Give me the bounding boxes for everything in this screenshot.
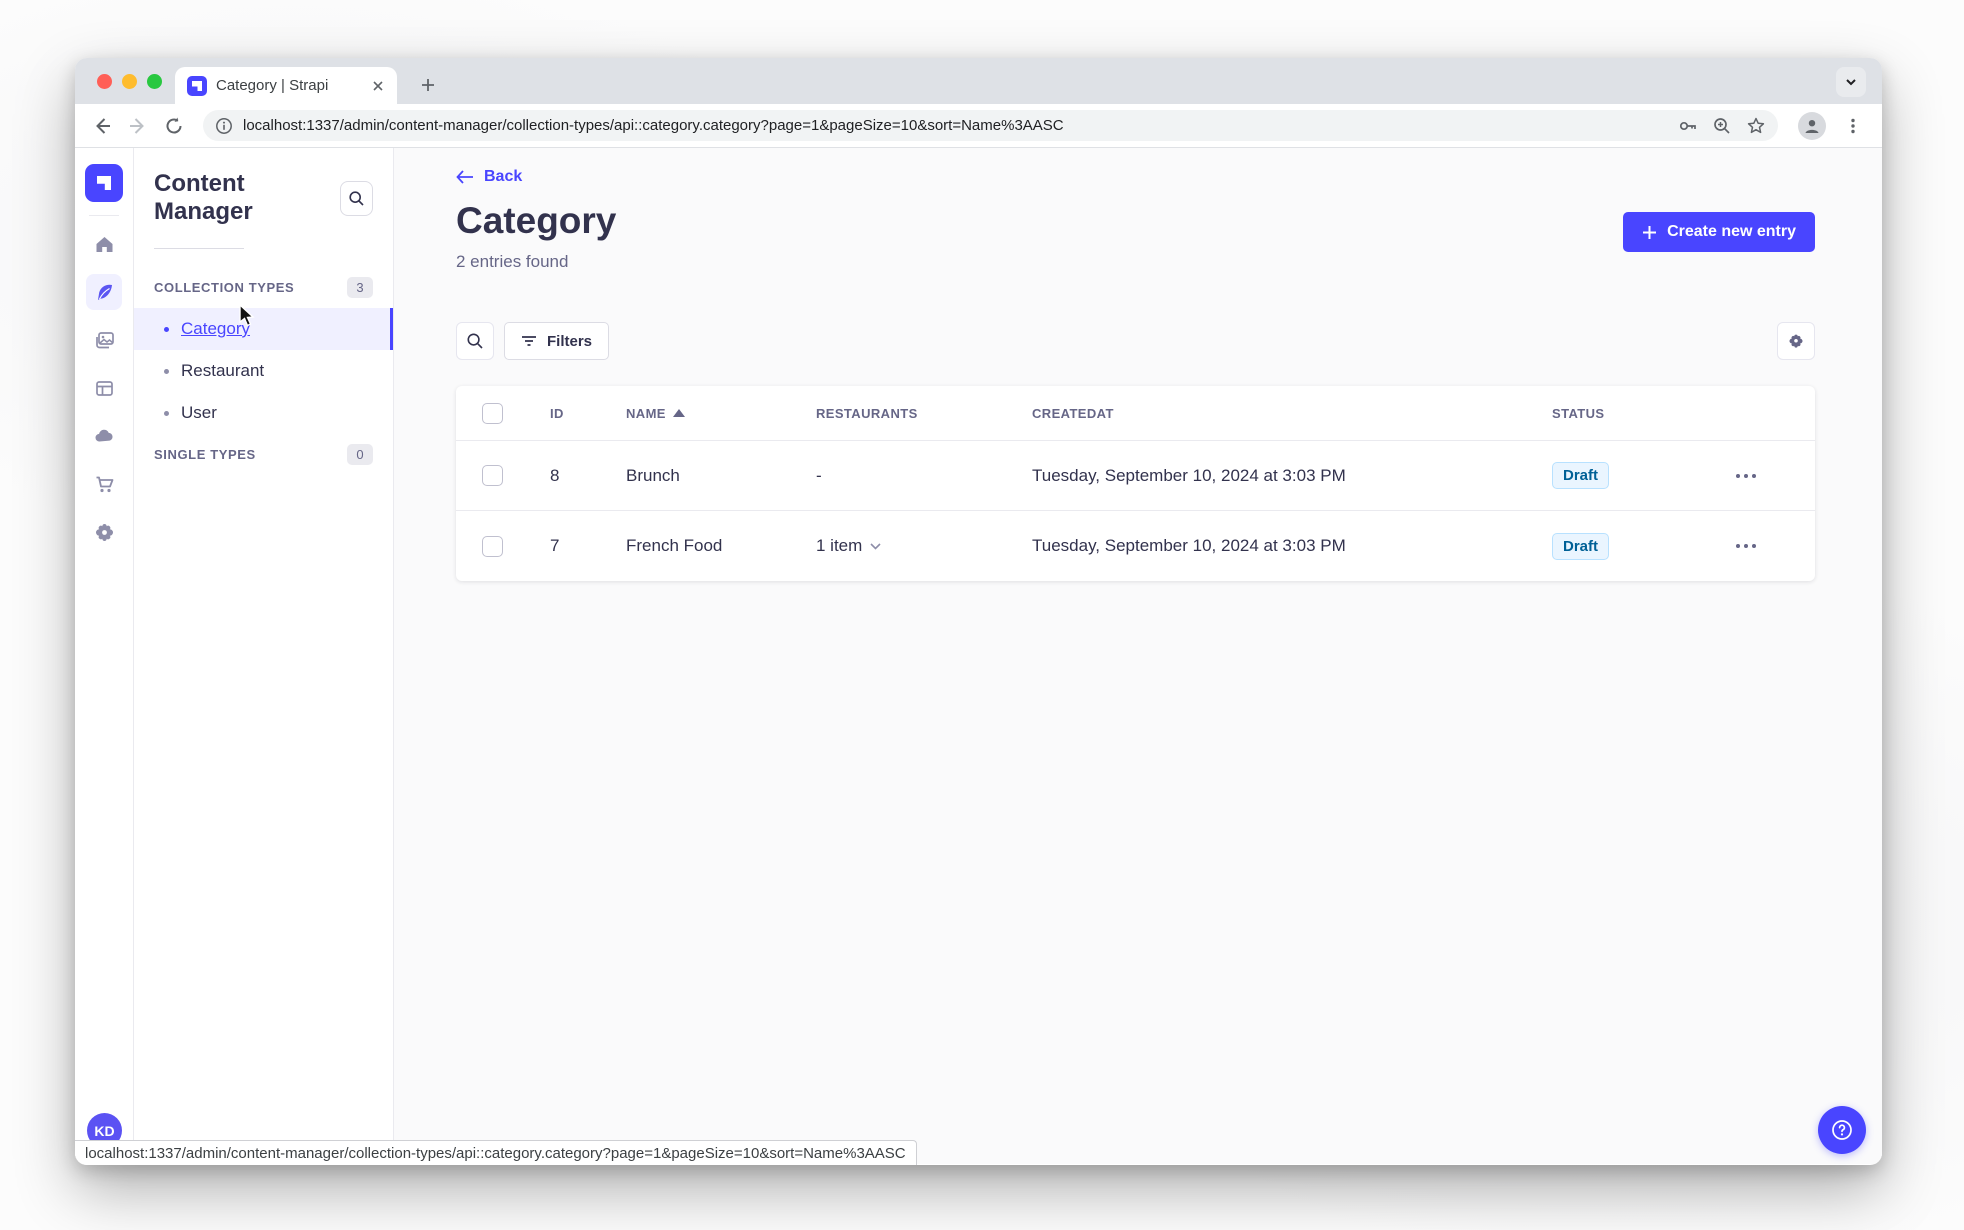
zoom-window-button[interactable] — [147, 74, 162, 89]
cell-id: 7 — [550, 536, 560, 555]
media-library-icon[interactable] — [86, 322, 122, 358]
page-title: Category — [456, 200, 617, 241]
reload-icon[interactable] — [159, 111, 189, 141]
status-badge: Draft — [1552, 532, 1610, 560]
create-new-entry-label: Create new entry — [1667, 223, 1796, 240]
browser-window: Category | Strapi localhost:1337/admin/c… — [75, 58, 1882, 1165]
table-header-row: ID NAME RESTAURANTS CREATEDAT STATUS — [456, 386, 1815, 441]
cell-id: 8 — [550, 465, 560, 485]
cell-name: Brunch — [626, 465, 680, 485]
column-header-name[interactable]: NAME — [626, 406, 816, 421]
question-mark-icon — [1832, 1120, 1852, 1140]
create-new-entry-button[interactable]: Create new entry — [1623, 212, 1815, 252]
site-info-icon[interactable] — [215, 117, 233, 135]
main-nav-rail — [75, 148, 134, 1164]
single-types-label: SINGLE TYPES — [154, 447, 256, 462]
content-type-builder-icon[interactable] — [86, 370, 122, 406]
browser-menu-icon[interactable] — [1838, 111, 1868, 141]
close-window-button[interactable] — [97, 74, 112, 89]
cell-createdat: Tuesday, September 10, 2024 at 3:03 PM — [1032, 465, 1346, 485]
column-header-createdat[interactable]: CREATEDAT — [1032, 406, 1552, 421]
view-settings-gear-icon[interactable] — [1777, 322, 1815, 360]
main-content: Back Category 2 entries found Create new… — [394, 148, 1882, 1164]
list-toolbar: Filters — [456, 322, 1815, 360]
single-types-section: SINGLE TYPES 0 — [134, 434, 393, 475]
password-key-icon[interactable] — [1678, 116, 1698, 136]
minimize-window-button[interactable] — [122, 74, 137, 89]
sidebar-item-category[interactable]: Category — [134, 308, 393, 350]
status-badge: Draft — [1552, 462, 1610, 489]
home-icon[interactable] — [86, 226, 122, 262]
column-header-status[interactable]: STATUS — [1552, 406, 1722, 421]
sidebar-item-restaurant[interactable]: Restaurant — [134, 350, 393, 392]
back-nav-icon[interactable] — [87, 111, 117, 141]
column-header-restaurants[interactable]: RESTAURANTS — [816, 406, 1032, 421]
sidebar-divider — [154, 248, 244, 249]
help-button[interactable] — [1818, 1106, 1866, 1154]
sidebar-title: Content Manager — [154, 170, 253, 225]
back-link[interactable]: Back — [456, 168, 522, 186]
url-bar[interactable]: localhost:1337/admin/content-manager/col… — [203, 110, 1778, 141]
window-controls — [97, 74, 162, 89]
forward-nav-icon[interactable] — [123, 111, 153, 141]
cell-restaurants[interactable]: 1 item — [816, 536, 1032, 556]
sidebar-item-label: User — [181, 403, 217, 422]
tab-title: Category | Strapi — [216, 77, 329, 94]
new-tab-button[interactable] — [413, 70, 443, 100]
collection-types-count-badge: 3 — [347, 277, 373, 298]
url-text[interactable]: localhost:1337/admin/content-manager/col… — [243, 117, 1666, 134]
entries-table: ID NAME RESTAURANTS CREATEDAT STATUS 8 B… — [456, 386, 1815, 581]
marketplace-cart-icon[interactable] — [86, 466, 122, 502]
row-actions-menu-icon[interactable] — [1722, 473, 1756, 478]
tab-close-icon[interactable] — [369, 77, 387, 95]
collection-types-label: COLLECTION TYPES — [154, 280, 295, 295]
row-actions-menu-icon[interactable] — [1722, 544, 1756, 548]
bullet-icon — [164, 326, 169, 332]
cell-restaurants: - — [816, 465, 822, 485]
browser-profile-avatar[interactable] — [1798, 111, 1826, 140]
browser-toolbar: localhost:1337/admin/content-manager/col… — [75, 104, 1882, 148]
sidebar-item-user[interactable]: User — [134, 392, 393, 434]
select-all-checkbox[interactable] — [482, 402, 503, 424]
browser-tab[interactable]: Category | Strapi — [175, 67, 397, 104]
collection-types-section: COLLECTION TYPES 3 — [134, 267, 393, 308]
row-checkbox[interactable] — [482, 465, 503, 486]
tab-strip: Category | Strapi — [75, 58, 1882, 104]
back-label: Back — [484, 168, 523, 185]
table-row[interactable]: 7 French Food 1 item Tuesday, September … — [456, 511, 1815, 581]
entries-count-text: 2 entries found — [456, 252, 569, 271]
bullet-icon — [164, 410, 169, 416]
rail-divider — [89, 215, 119, 216]
bullet-icon — [164, 368, 169, 374]
deploy-cloud-icon[interactable] — [86, 418, 122, 454]
chevron-down-icon — [870, 542, 881, 550]
plus-icon — [1643, 225, 1657, 239]
strapi-admin: Content Manager COLLECTION TYPES 3 Categ… — [75, 148, 1882, 1164]
link-status-bar: localhost:1337/admin/content-manager/col… — [75, 1140, 917, 1165]
single-types-count-badge: 0 — [347, 444, 373, 465]
filters-button[interactable]: Filters — [504, 322, 610, 360]
tab-search-chevron-icon[interactable] — [1836, 67, 1866, 97]
zoom-magnifier-icon[interactable] — [1712, 116, 1732, 136]
table-row[interactable]: 8 Brunch - Tuesday, September 10, 2024 a… — [456, 441, 1815, 511]
strapi-logo-icon[interactable] — [85, 164, 123, 202]
sort-ascending-icon — [672, 409, 685, 417]
arrow-left-icon — [456, 170, 473, 184]
sidebar-item-label: Restaurant — [181, 361, 265, 380]
table-search-button[interactable] — [456, 322, 494, 360]
content-manager-icon[interactable] — [86, 274, 122, 310]
cell-name: French Food — [626, 536, 723, 555]
filter-icon — [522, 336, 536, 346]
filters-label: Filters — [547, 332, 593, 350]
sidebar-search-button[interactable] — [339, 180, 373, 216]
content-manager-sidebar: Content Manager COLLECTION TYPES 3 Categ… — [134, 148, 394, 1164]
strapi-favicon-icon — [187, 75, 207, 96]
cell-createdat: Tuesday, September 10, 2024 at 3:03 PM — [1032, 536, 1346, 555]
column-header-id[interactable]: ID — [550, 406, 626, 421]
row-checkbox[interactable] — [482, 535, 503, 557]
bookmark-star-icon[interactable] — [1746, 116, 1766, 136]
settings-gear-icon[interactable] — [86, 514, 122, 550]
mouse-cursor — [238, 304, 260, 328]
